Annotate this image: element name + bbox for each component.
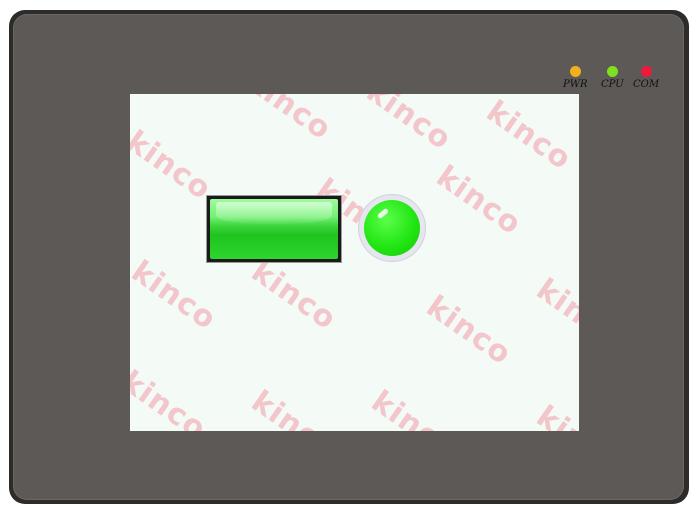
watermark: kinco xyxy=(419,289,518,373)
hmi-screen: kinco kinco kinco kinco kinco kinco kinc… xyxy=(130,94,579,431)
watermark: kinco xyxy=(359,94,458,158)
cpu-led-label: CPU xyxy=(601,79,624,90)
green-push-button[interactable] xyxy=(206,195,342,263)
led-pwr: PWR xyxy=(563,66,588,91)
watermark: kinco xyxy=(530,399,579,431)
indicator-lamp-bezel xyxy=(358,194,426,262)
watermark: kinco xyxy=(130,124,218,208)
green-indicator-lamp-icon xyxy=(364,200,420,256)
led-com: COM xyxy=(633,66,659,91)
watermark: kinco xyxy=(364,384,463,431)
green-button-face xyxy=(210,199,338,259)
com-led-label: COM xyxy=(633,79,660,90)
com-led-icon xyxy=(640,66,652,77)
watermark: kinco xyxy=(130,364,213,431)
watermark: kinco xyxy=(429,159,528,243)
cpu-led-icon xyxy=(606,66,618,77)
watermark: kinco xyxy=(244,254,343,338)
watermark: kinco xyxy=(239,94,338,148)
led-cpu: CPU xyxy=(601,66,624,91)
watermark: kinco xyxy=(244,384,343,431)
pwr-led-icon xyxy=(569,66,581,77)
watermark: kinco xyxy=(130,254,223,338)
watermark: kinco xyxy=(529,272,579,356)
pwr-led-label: PWR xyxy=(563,79,588,90)
watermark: kinco xyxy=(479,94,578,178)
